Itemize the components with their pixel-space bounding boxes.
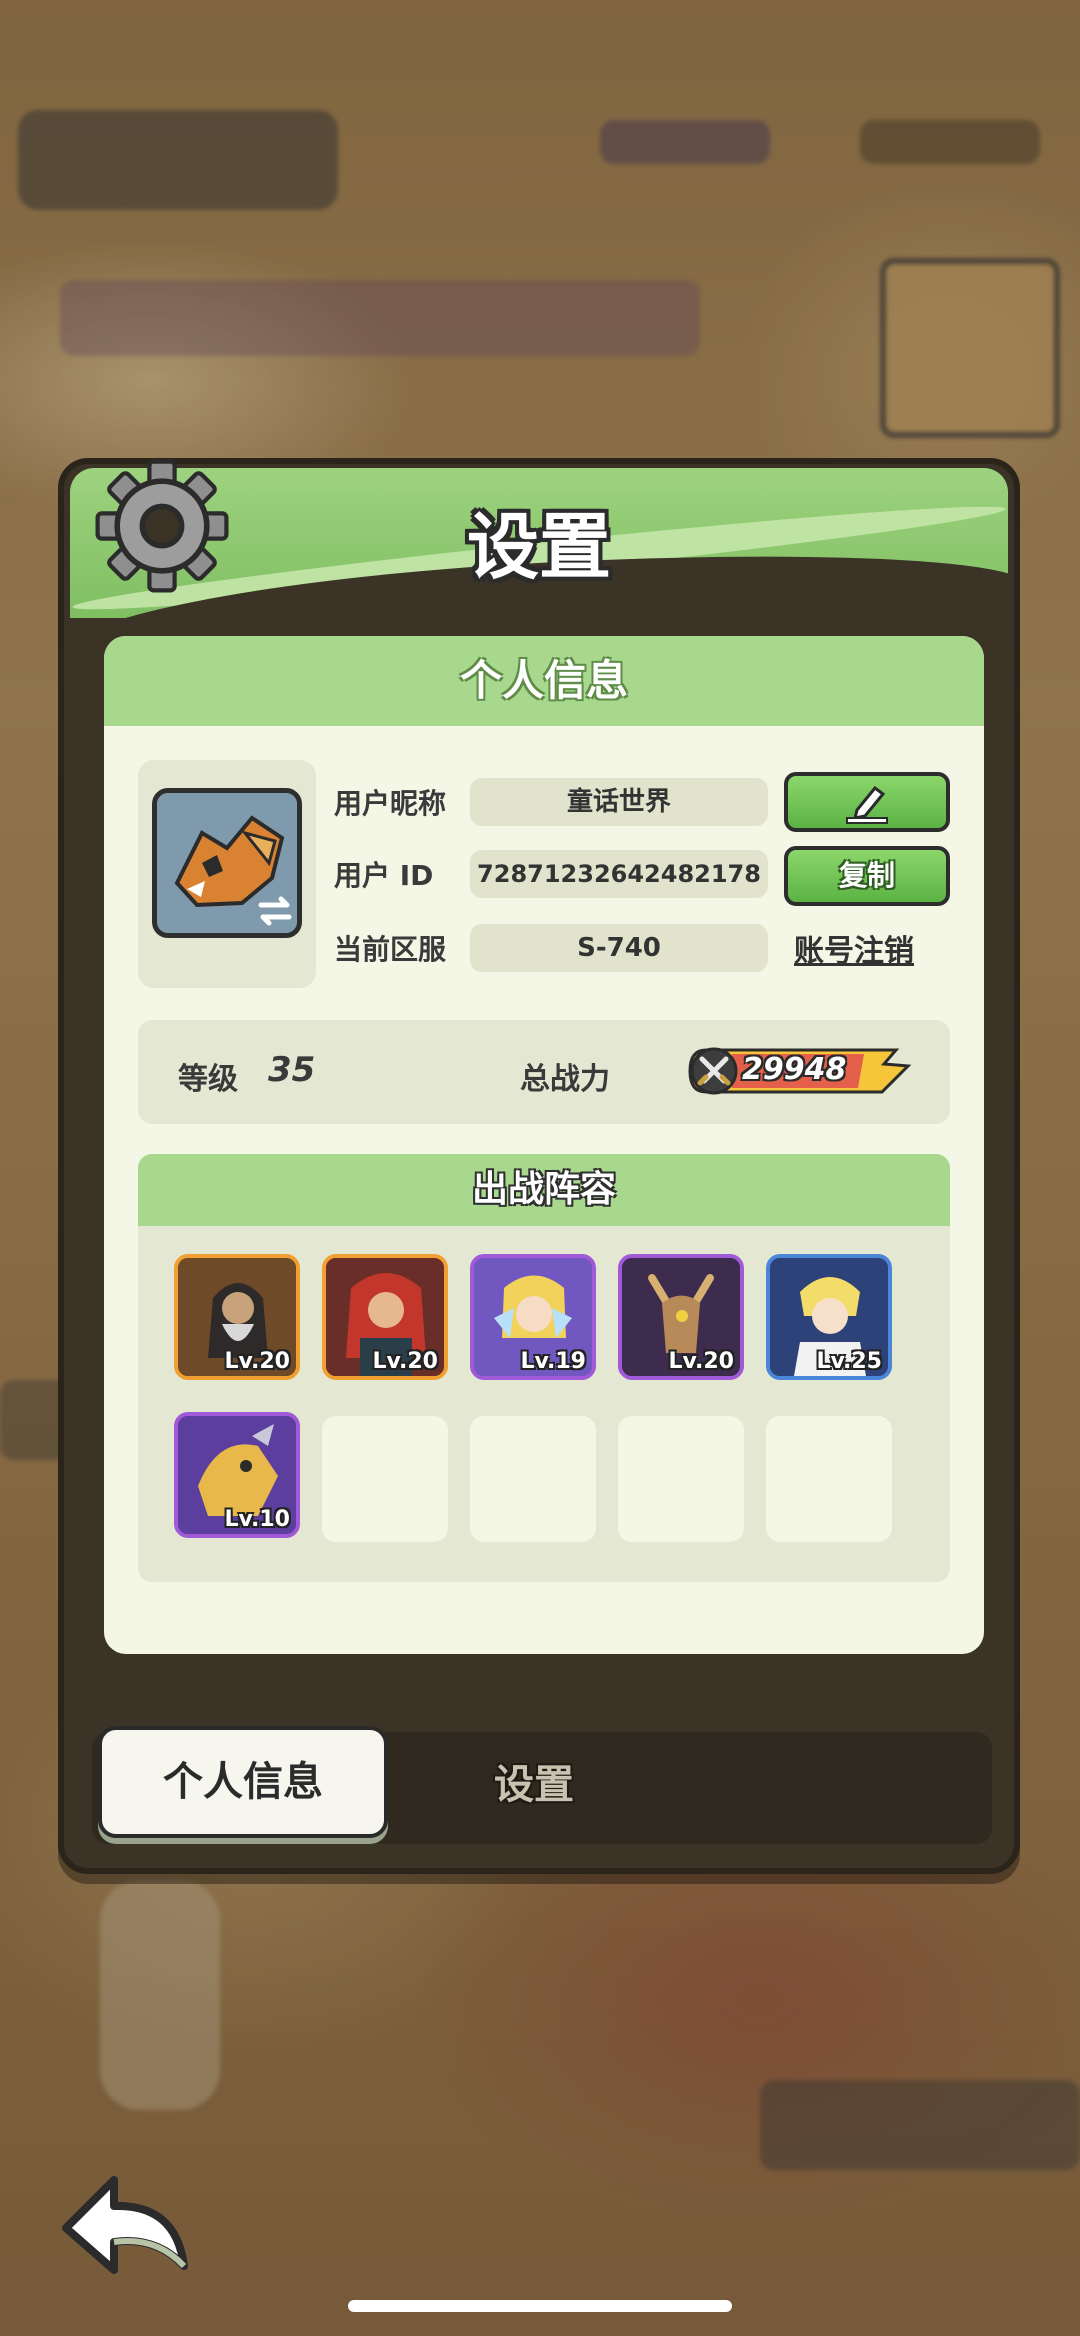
edit-pencil-icon <box>846 785 888 824</box>
crossed-swords-icon <box>697 1056 731 1086</box>
hero-slot-4[interactable]: Lv.20 <box>618 1254 744 1380</box>
team-box: 出战阵容 Lv.20 Lv.20 Lv.19 Lv.20 Lv.25 Lv.10 <box>138 1154 950 1582</box>
hero-slot-5[interactable]: Lv.25 <box>766 1254 892 1380</box>
avatar-box <box>138 760 316 988</box>
hero-slot-3[interactable]: Lv.19 <box>470 1254 596 1380</box>
panel-title: 个人信息 <box>104 636 984 726</box>
cancel-account-link[interactable]: 账号注销 <box>794 926 914 970</box>
tab-profile[interactable]: 个人信息 <box>98 1726 388 1838</box>
nickname-label: 用户昵称 <box>334 787 447 820</box>
server-field: S-740 <box>470 924 768 972</box>
hero-slot-1[interactable]: Lv.20 <box>174 1254 300 1380</box>
server-label: 当前区服 <box>334 933 447 966</box>
edit-nickname-button[interactable] <box>784 772 950 832</box>
hero-level: Lv.20 <box>668 1349 734 1374</box>
empty-hero-slot[interactable] <box>766 1416 892 1542</box>
empty-hero-slot[interactable] <box>470 1416 596 1542</box>
hero-level: Lv.19 <box>520 1349 586 1374</box>
hero-level: Lv.25 <box>816 1349 882 1374</box>
power-badge: 29948 <box>686 1044 916 1098</box>
team-title: 出战阵容 <box>138 1154 950 1226</box>
tab-settings[interactable]: 设置 <box>494 1752 574 1810</box>
avatar[interactable] <box>152 788 302 938</box>
profile-panel: 个人信息 用户昵称 童话世界 用户 <box>104 636 984 1654</box>
stats-box: 等级 35 总战力 29948 <box>138 1020 950 1124</box>
user-id-label: 用户 ID <box>334 859 434 892</box>
hero-slot-2[interactable]: Lv.20 <box>322 1254 448 1380</box>
swap-avatar-icon[interactable] <box>253 889 297 933</box>
nickname-field: 童话世界 <box>470 778 768 826</box>
home-indicator <box>348 2300 732 2312</box>
hero-level: Lv.20 <box>224 1349 290 1374</box>
hero-level: Lv.20 <box>372 1349 438 1374</box>
copy-id-button[interactable]: 复制 <box>784 846 950 906</box>
empty-hero-slot[interactable] <box>618 1416 744 1542</box>
back-arrow-icon[interactable] <box>56 2170 196 2280</box>
level-value: 35 <box>268 1050 316 1090</box>
gear-icon <box>95 459 229 593</box>
empty-hero-slot[interactable] <box>322 1416 448 1542</box>
power-value: 29948 <box>742 1052 847 1087</box>
user-id-field: 7287123264248217​8 <box>470 850 768 898</box>
hero-slot-6[interactable]: Lv.10 <box>174 1412 300 1538</box>
settings-dialog: 设置 个人信息 用户昵称 童话世界 用户 ID 7287123264248217… <box>58 458 1020 1874</box>
power-label: 总战力 <box>520 1062 610 1097</box>
hero-level: Lv.10 <box>224 1507 290 1532</box>
level-label: 等级 <box>178 1062 238 1097</box>
